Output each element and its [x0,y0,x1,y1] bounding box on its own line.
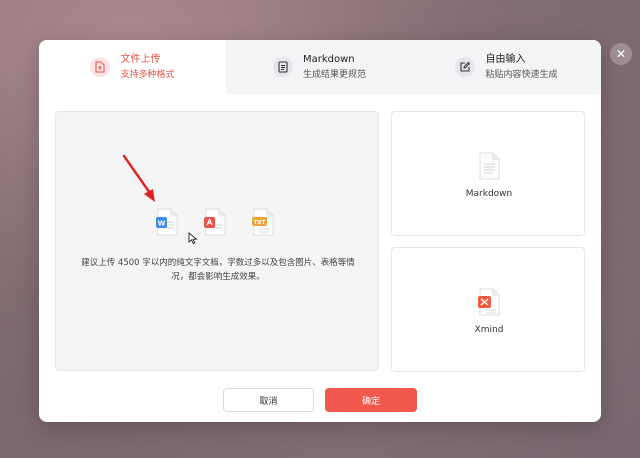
xmind-option-card[interactable]: Xmind [391,247,585,372]
tab-bar: 文件上传 支持多种格式 Markdown 生成结果更规范 自由输入 粘贴内容快速… [39,40,601,94]
xmind-file-icon [478,288,500,316]
mouse-cursor-icon [188,232,198,245]
markdown-option-card[interactable]: Markdown [391,111,585,236]
tab-subtitle: 生成结果更规范 [302,69,366,80]
file-drop-zone[interactable]: W TXT 建议上传 4500 字以内的纯文字文档，字数过多以及包含图片、表格等… [55,111,379,371]
tab-free-input[interactable]: 自由输入 粘贴内容快速生成 [413,40,600,94]
word-file-icon: W [156,208,178,236]
tab-subtitle: 粘贴内容快速生成 [485,69,558,80]
pdf-file-icon [204,208,226,236]
tab-subtitle: 支持多种格式 [120,69,175,80]
tab-title: 文件上传 [120,53,161,65]
confirm-button[interactable]: 确定 [325,388,417,412]
close-button[interactable]: ✕ [610,43,632,65]
file-type-icons: W TXT [56,208,380,238]
tab-title: 自由输入 [485,53,526,65]
markdown-file-icon [479,152,500,180]
edit-icon [455,57,476,77]
document-icon [272,57,293,77]
tab-title: Markdown [302,53,355,65]
markdown-option-label: Markdown [465,189,513,199]
xmind-option-label: Xmind [474,325,504,335]
upload-hint-text: 建议上传 4500 字以内的纯文字文档，字数过多以及包含图片、表格等情况，都会影… [81,258,355,282]
close-icon: ✕ [615,47,627,61]
txt-file-icon: TXT [252,208,274,236]
cancel-button[interactable]: 取消 [223,388,314,412]
import-dialog: 文件上传 支持多种格式 Markdown 生成结果更规范 自由输入 粘贴内容快速… [39,40,601,422]
word-badge: W [158,220,166,228]
file-upload-icon [90,57,111,77]
tab-file-upload[interactable]: 文件上传 支持多种格式 [39,40,226,94]
tab-markdown[interactable]: Markdown 生成结果更规范 [226,40,413,94]
txt-badge: TXT [254,220,266,226]
